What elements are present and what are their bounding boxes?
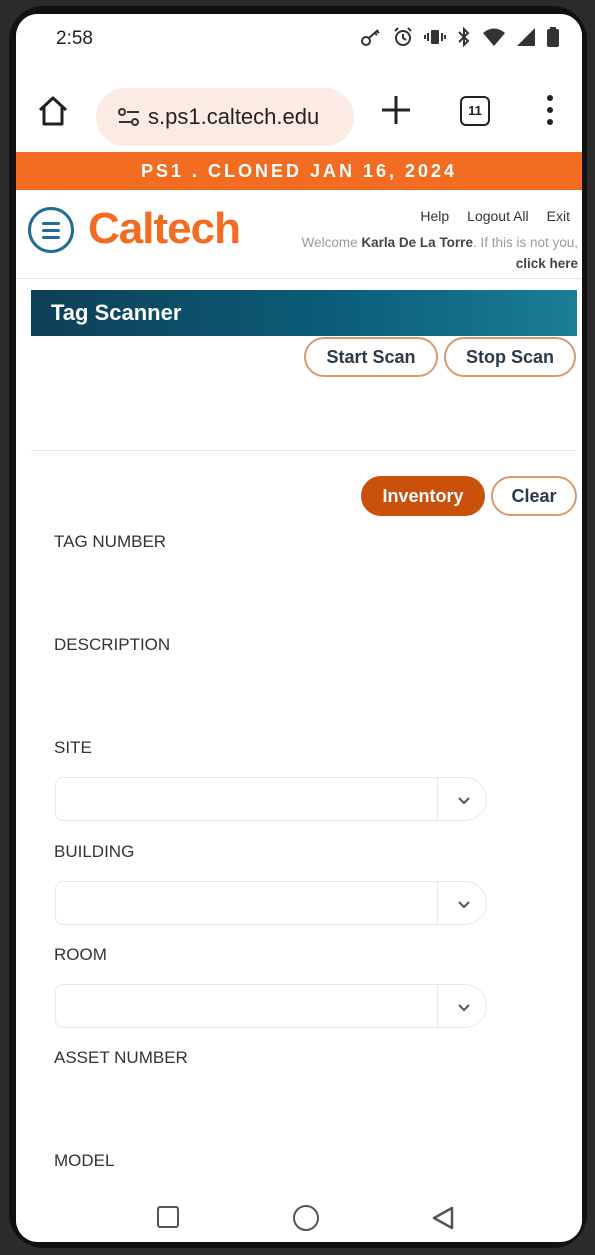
battery-icon bbox=[547, 27, 559, 47]
welcome-message: Welcome Karla De La Torre. If this is no… bbox=[301, 235, 578, 271]
site-settings-icon[interactable] bbox=[118, 108, 140, 126]
environment-banner: PS1 . CLONED JAN 16, 2024 bbox=[16, 152, 582, 190]
home-icon[interactable] bbox=[36, 94, 70, 128]
building-label: BUILDING bbox=[54, 842, 135, 861]
wifi-icon bbox=[483, 28, 505, 46]
system-nav-bar bbox=[16, 1184, 582, 1242]
more-vertical-icon[interactable] bbox=[540, 92, 560, 128]
start-scan-button[interactable]: Start Scan bbox=[304, 337, 438, 377]
home-circle-icon[interactable] bbox=[293, 1205, 319, 1231]
status-time: 2:58 bbox=[56, 28, 93, 49]
url-text: s.ps1.caltech.edu bbox=[148, 104, 320, 129]
address-bar[interactable]: s.ps1.caltech.edu bbox=[96, 88, 354, 146]
asset-number-label: ASSET NUMBER bbox=[54, 1048, 188, 1067]
chevron-down-icon bbox=[458, 901, 470, 909]
chevron-down-icon bbox=[458, 797, 470, 805]
back-icon[interactable] bbox=[430, 1205, 456, 1231]
hamburger-menu-icon[interactable] bbox=[28, 207, 74, 253]
site-select[interactable] bbox=[55, 777, 487, 821]
site-header: Caltech Help Logout All Exit Welcome Kar… bbox=[16, 190, 582, 279]
caltech-logo[interactable]: Caltech bbox=[88, 204, 241, 254]
status-bar: 2:58 bbox=[16, 14, 582, 66]
logout-all-link[interactable]: Logout All bbox=[467, 208, 529, 224]
clear-button[interactable]: Clear bbox=[491, 476, 577, 516]
exit-link[interactable]: Exit bbox=[547, 208, 570, 224]
recents-icon[interactable] bbox=[157, 1206, 179, 1228]
room-label: ROOM bbox=[54, 945, 107, 964]
building-select[interactable] bbox=[55, 881, 487, 925]
site-label: SITE bbox=[54, 738, 92, 757]
chevron-down-icon bbox=[458, 1004, 470, 1012]
key-icon bbox=[361, 29, 380, 46]
user-name: Karla De La Torre bbox=[361, 235, 473, 250]
browser-toolbar: s.ps1.caltech.edu 11 bbox=[16, 66, 582, 152]
inventory-button[interactable]: Inventory bbox=[361, 476, 485, 516]
description-label: DESCRIPTION bbox=[54, 635, 171, 654]
help-link[interactable]: Help bbox=[420, 208, 449, 224]
plus-icon[interactable] bbox=[376, 90, 416, 130]
tab-switcher-button[interactable]: 11 bbox=[460, 96, 490, 126]
divider bbox=[31, 450, 577, 451]
room-select[interactable] bbox=[55, 984, 487, 1028]
signal-icon bbox=[517, 28, 535, 46]
stop-scan-button[interactable]: Stop Scan bbox=[444, 337, 576, 377]
panel-title: Tag Scanner bbox=[31, 290, 577, 336]
bluetooth-icon bbox=[458, 26, 470, 48]
model-label: MODEL bbox=[54, 1151, 115, 1170]
vibrate-icon bbox=[424, 30, 446, 44]
click-here-link[interactable]: click here bbox=[516, 256, 578, 271]
screen: 2:58 s.ps1.caltech.edu 11 PS1 . CLONED J… bbox=[16, 14, 582, 1242]
alarm-icon bbox=[394, 27, 412, 46]
tag-number-label: TAG NUMBER bbox=[54, 532, 167, 551]
